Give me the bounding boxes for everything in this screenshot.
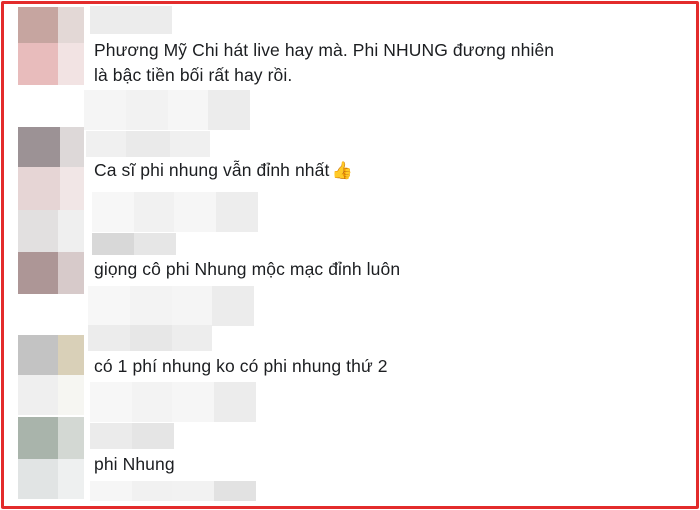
- username-blurred[interactable]: [86, 131, 210, 157]
- avatar-blurred[interactable]: [18, 417, 84, 499]
- avatar-blurred[interactable]: [18, 335, 84, 415]
- comment-text: có 1 phí nhung ko có phi nhung thứ 2: [94, 356, 388, 376]
- comment-text: Phương Mỹ Chi hát live hay mà. Phi NHUNG…: [94, 40, 555, 85]
- avatar-blurred[interactable]: [18, 127, 84, 211]
- comment-text: Ca sĩ phi nhung vẫn đỉnh nhất 👍: [94, 158, 594, 183]
- reply-actions-blurred[interactable]: [92, 192, 258, 232]
- reply-actions-blurred[interactable]: [90, 481, 256, 501]
- username-blurred[interactable]: [90, 6, 172, 34]
- username-blurred[interactable]: [90, 423, 174, 449]
- avatar-blurred[interactable]: [18, 210, 84, 294]
- comment-text: giọng cô phi Nhung mộc mạc đỉnh luôn: [94, 259, 401, 279]
- thumbs-up-emoji-icon: 👍: [331, 161, 353, 180]
- avatar-blurred[interactable]: [18, 7, 84, 85]
- reply-actions-blurred[interactable]: [88, 286, 254, 326]
- username-blurred[interactable]: [92, 233, 176, 255]
- reply-actions-blurred[interactable]: [90, 382, 256, 422]
- username-blurred[interactable]: [88, 325, 212, 351]
- comment-text: phi Nhung: [94, 454, 175, 474]
- reply-actions-blurred[interactable]: [84, 90, 250, 130]
